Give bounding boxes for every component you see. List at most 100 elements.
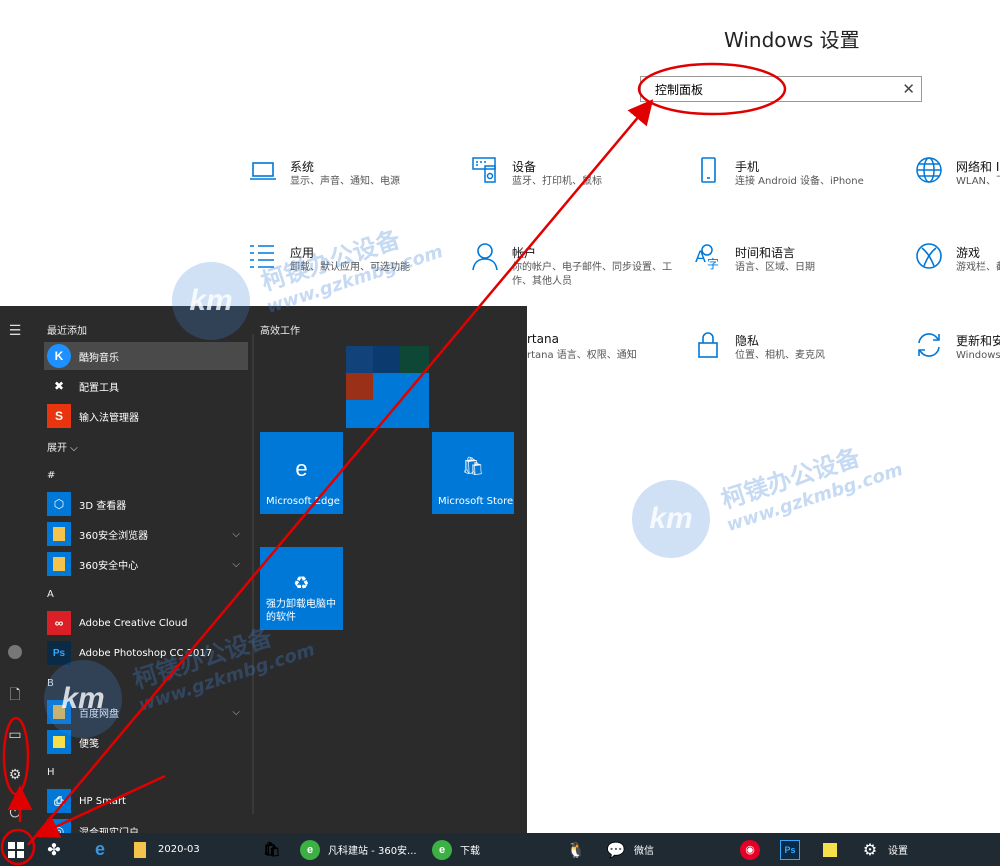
qq-icon: 🐧: [566, 841, 586, 859]
hamburger-menu-icon[interactable]: ☰: [5, 320, 25, 340]
edge-icon: e: [295, 456, 308, 481]
power-icon[interactable]: ⏻: [5, 802, 25, 822]
setting-name: rtana: [527, 332, 559, 346]
svg-text:A: A: [695, 247, 706, 266]
list-item[interactable]: ⎙ HP Smart: [44, 787, 248, 815]
taskbar-qq[interactable]: 🐧: [566, 833, 586, 866]
mosaic-cell: [400, 346, 429, 373]
setting-phone[interactable]: 手机 连接 Android 设备、iPhone: [693, 156, 913, 216]
taskbar-settings[interactable]: ⚙ 设置: [860, 833, 908, 866]
setting-name: 隐私: [735, 334, 760, 348]
setting-name: 帐户: [512, 246, 537, 260]
mosaic-cell: [346, 373, 373, 400]
taskbar-360-browser-1[interactable]: e 凡科建站 - 360安...: [300, 833, 417, 866]
pictures-icon[interactable]: ▭: [5, 724, 25, 744]
start-menu: ☰ 🗋 ▭ ⚙ ⏻ 最近添加 K 酷狗音乐 ✖ 配置工具 S 输入法管理器 展开…: [0, 306, 527, 833]
chevron-down-icon[interactable]: ⌵: [232, 529, 240, 540]
user-avatar-icon[interactable]: [5, 644, 25, 664]
app-label: 便笺: [79, 738, 99, 750]
settings-title: Windows 设置: [724, 28, 860, 52]
list-item[interactable]: ∞ Adobe Creative Cloud: [44, 609, 248, 637]
laptop-icon: [248, 156, 278, 186]
chevron-down-icon[interactable]: ⌵: [232, 707, 240, 718]
list-item[interactable]: ⬡ 3D 查看器: [44, 490, 248, 518]
clear-icon[interactable]: ✕: [902, 80, 915, 98]
setting-name: 游戏: [956, 246, 981, 260]
taskbar-pinwheel[interactable]: ✤: [44, 833, 64, 866]
setting-name: 时间和语言: [735, 246, 796, 260]
section-letter[interactable]: H: [47, 767, 55, 778]
setting-name: 应用: [290, 246, 315, 260]
app-label: 百度网盘: [79, 708, 119, 720]
setting-desc: 卸载、默认应用、可选功能: [290, 262, 410, 273]
documents-icon[interactable]: 🗋: [5, 684, 25, 704]
gear-icon[interactable]: ⚙: [5, 764, 25, 784]
setting-accounts[interactable]: 帐户 你的帐户、电子邮件、同步设置、工作、其他人员: [470, 242, 690, 302]
list-item[interactable]: Ps Adobe Photoshop CC 2017: [44, 639, 248, 667]
360-browser-icon: e: [300, 839, 320, 860]
globe-icon: [914, 156, 944, 186]
time-language-icon: A字: [693, 242, 723, 272]
taskbar-photoshop[interactable]: Ps: [780, 833, 800, 866]
setting-system[interactable]: 系统 显示、声音、通知、电源: [248, 156, 468, 216]
section-letter[interactable]: B: [47, 678, 54, 689]
chevron-down-icon[interactable]: ⌵: [232, 559, 240, 570]
tile-label: 强力卸载电脑中的软件: [266, 599, 336, 623]
taskbar-store[interactable]: 🛍: [262, 833, 282, 866]
taskbar-360-browser-2[interactable]: e 下载: [432, 833, 480, 866]
taskbar-edge[interactable]: e: [90, 833, 110, 866]
setting-desc: 你的帐户、电子邮件、同步设置、工作、其他人员: [512, 262, 672, 287]
app-label: 配置工具: [79, 382, 119, 394]
setting-update[interactable]: 更新和安 Windows: [914, 330, 1000, 390]
list-item[interactable]: ✖ 配置工具: [44, 372, 248, 400]
setting-devices[interactable]: 设备 蓝牙、打印机、鼠标: [470, 156, 690, 216]
setting-network[interactable]: 网络和 In WLAN、飞: [914, 156, 1000, 216]
expand-button[interactable]: 展开 ⌵: [47, 439, 78, 454]
section-letter[interactable]: #: [47, 470, 55, 481]
setting-privacy[interactable]: 隐私 位置、相机、麦克风: [693, 330, 913, 390]
app-label: 3D 查看器: [79, 500, 127, 512]
gear-icon: ⚙: [862, 841, 878, 859]
taskbar-sticky-notes[interactable]: [820, 833, 840, 866]
taskbar-wechat[interactable]: 💬 微信: [606, 833, 654, 866]
setting-desc: 蓝牙、打印机、鼠标: [512, 176, 602, 187]
start-button[interactable]: [0, 833, 32, 866]
settings-search-box[interactable]: ✕: [640, 76, 922, 102]
setting-desc: rtana 语言、权限、通知: [527, 350, 637, 361]
tile-store[interactable]: 🛍 Microsoft Store: [432, 432, 514, 514]
setting-time-language[interactable]: A字 时间和语言 语言、区域、日期: [693, 242, 913, 302]
list-item[interactable]: 360安全中心 ⌵: [44, 550, 248, 578]
setting-name: 更新和安: [956, 334, 1000, 348]
tile-uninstall[interactable]: ♻ 强力卸载电脑中的软件: [260, 547, 343, 630]
list-item[interactable]: 便笺: [44, 728, 248, 756]
setting-apps[interactable]: 应用 卸载、默认应用、可选功能: [248, 242, 468, 302]
app-label: Adobe Photoshop CC 2017: [79, 647, 213, 659]
search-input[interactable]: [641, 77, 881, 101]
app-label: 360安全中心: [79, 560, 139, 572]
taskbar-explorer[interactable]: 2020-03: [130, 833, 200, 866]
setting-gaming[interactable]: 游戏 游戏栏、截: [914, 242, 1000, 302]
list-item[interactable]: 360安全浏览器 ⌵: [44, 520, 248, 548]
store-icon: 🛍: [263, 841, 281, 857]
tile-edge[interactable]: e Microsoft Edge: [260, 432, 343, 514]
list-item[interactable]: K 酷狗音乐: [44, 342, 248, 370]
app-label: HP Smart: [79, 795, 126, 807]
setting-desc: Windows: [956, 350, 1000, 361]
setting-desc: WLAN、飞: [956, 176, 1000, 187]
taskbar-netease-music[interactable]: ◉: [740, 833, 760, 866]
folder-icon: [130, 840, 150, 860]
app-label: 输入法管理器: [79, 412, 139, 424]
section-letter[interactable]: A: [47, 589, 54, 600]
edge-icon: e: [94, 839, 105, 859]
list-item[interactable]: S 输入法管理器: [44, 402, 248, 430]
app-label: 360安全浏览器: [79, 530, 149, 542]
tile-mosaic[interactable]: [346, 346, 429, 428]
list-item[interactable]: 百度网盘 ⌵: [44, 698, 248, 726]
taskbar-label: 设置: [888, 846, 908, 857]
app-label: 酷狗音乐: [79, 352, 119, 364]
watermark-en: www.gzkmbg.com: [724, 459, 906, 536]
setting-name: 系统: [290, 160, 315, 174]
phone-icon: [693, 156, 723, 186]
mosaic-cell: [373, 346, 400, 373]
list-item[interactable]: ◎ 混合现实门户: [44, 817, 248, 833]
